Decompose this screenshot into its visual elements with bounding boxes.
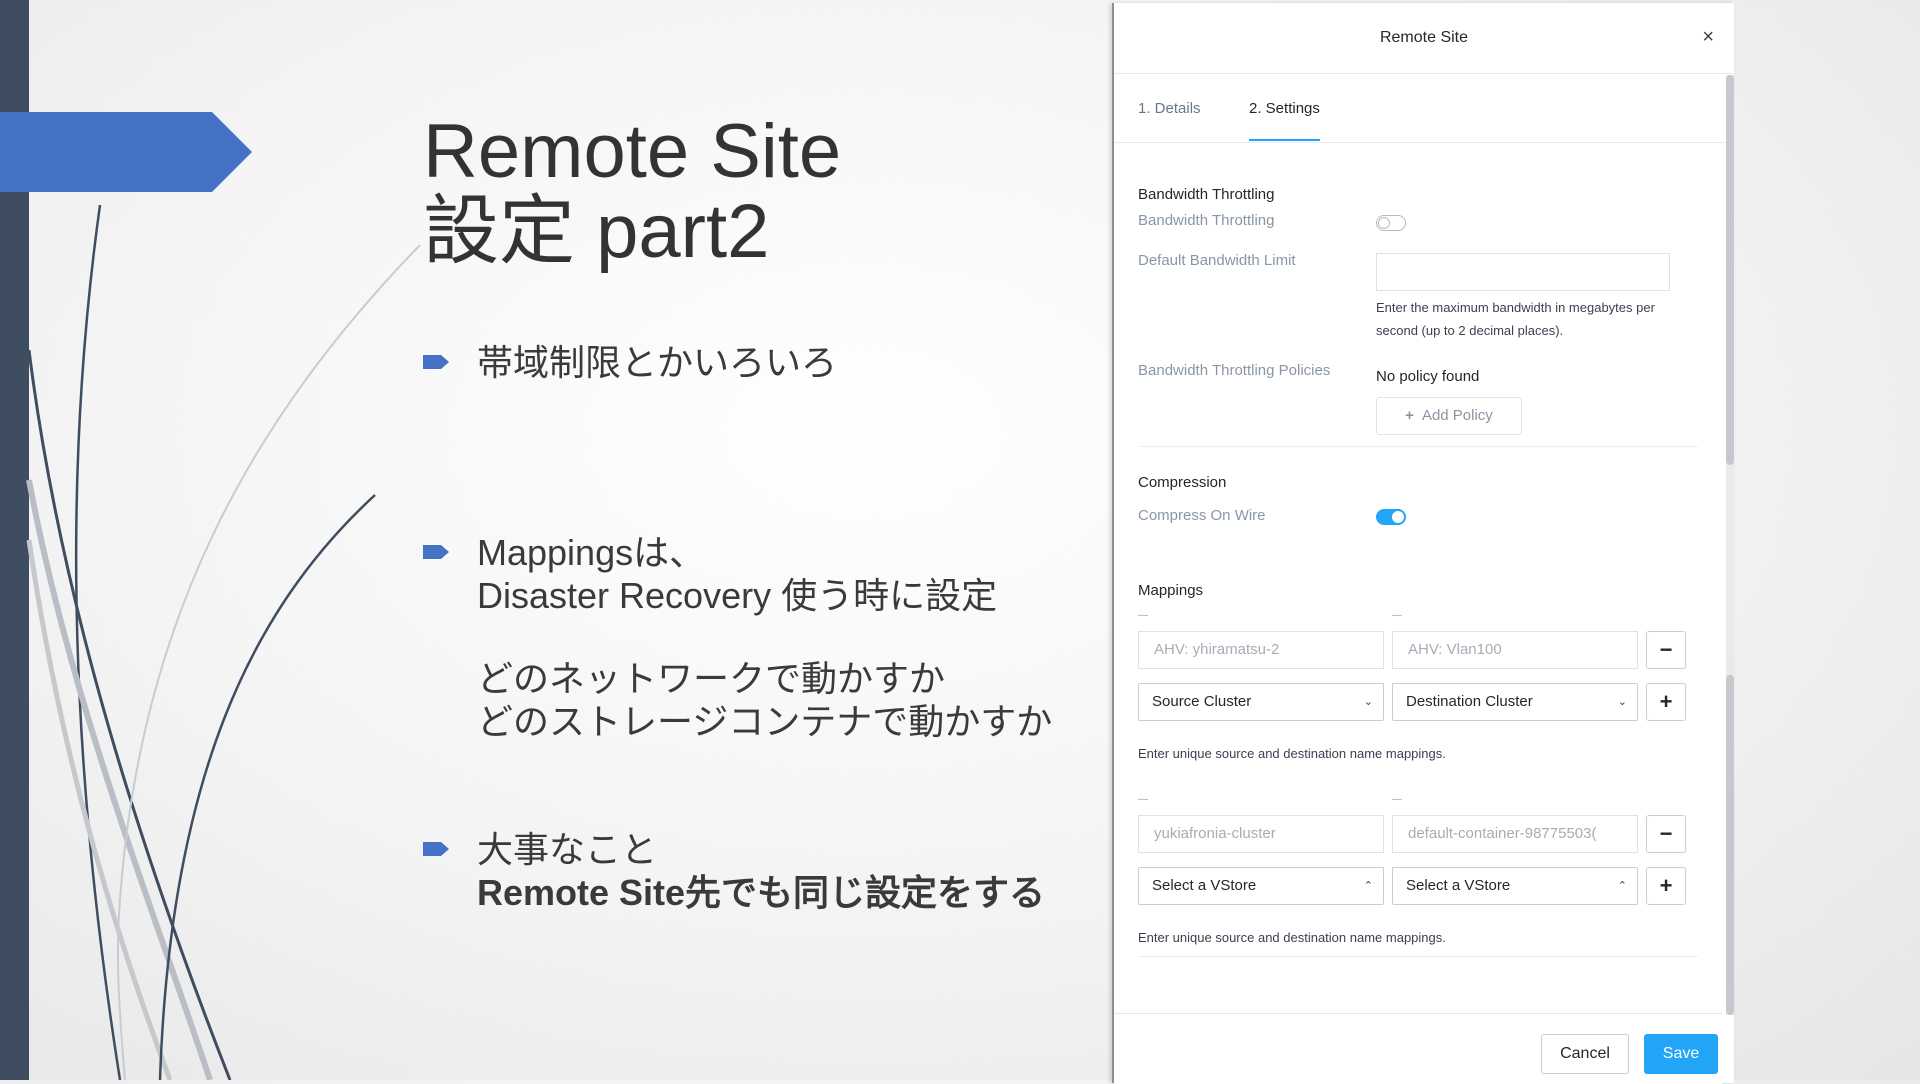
bandwidth-policies-value: No policy found: [1376, 368, 1480, 385]
mappings-section-title: Mappings: [1138, 582, 1204, 599]
bandwidth-policies-label: Bandwidth Throttling Policies: [1138, 362, 1331, 379]
network-source-input[interactable]: AHV: yhiramatsu-2: [1138, 631, 1384, 669]
dialog-title: Remote Site: [1379, 29, 1469, 46]
scrollbar-thumb-upper[interactable]: [1726, 75, 1734, 465]
source-column-dash: —: [1138, 794, 1148, 805]
remove-network-mapping-button[interactable]: −: [1646, 631, 1686, 669]
add-policy-label: Add Policy: [1421, 407, 1493, 424]
cancel-button[interactable]: Cancel: [1541, 1034, 1629, 1074]
network-destination-input[interactable]: AHV: Vlan100: [1392, 631, 1638, 669]
tab-settings[interactable]: 2. Settings: [1249, 100, 1320, 141]
section-divider: [1138, 446, 1698, 447]
slide-title-line1: Remote Site: [423, 109, 842, 194]
remove-storage-mapping-button[interactable]: −: [1646, 815, 1686, 853]
chevron-up-icon: ⌃: [1363, 880, 1373, 892]
section-divider: [1138, 956, 1698, 957]
source-cluster-select[interactable]: Source Cluster ⌄: [1138, 683, 1384, 721]
source-cluster-select-value: Source Cluster: [1152, 693, 1252, 710]
dialog-tabs: 1. Details 2. Settings: [1114, 74, 1734, 143]
remote-site-dialog: Remote Site × 1. Details 2. Settings Ban…: [1112, 3, 1734, 1084]
bullet-3-line-1: 大事なこと: [477, 829, 658, 870]
save-button[interactable]: Save: [1644, 1034, 1718, 1074]
bandwidth-throttling-toggle[interactable]: [1376, 215, 1406, 231]
chevron-down-icon: ⌄: [1617, 696, 1627, 708]
toggle-knob: [1378, 217, 1390, 229]
bandwidth-limit-help: Enter the maximum bandwidth in megabytes…: [1376, 300, 1655, 338]
source-vstore-select-value: Select a VStore: [1152, 877, 1257, 894]
tab-details[interactable]: 1. Details: [1138, 100, 1201, 139]
bullet-2-extra-line-1: どのネットワークで動かすか: [477, 658, 946, 699]
compress-on-wire-label: Compress On Wire: [1138, 507, 1266, 524]
source-column-dash: —: [1138, 610, 1148, 621]
plus-icon: +: [1405, 407, 1414, 424]
destination-vstore-select-value: Select a VStore: [1406, 877, 1511, 894]
source-vstore-select[interactable]: Select a VStore ⌃: [1138, 867, 1384, 905]
storage-mapping-help: Enter unique source and destination name…: [1138, 930, 1446, 945]
slide-bullet-2: Mappingsは、 Disaster Recovery 使う時に設定 どのネッ…: [423, 531, 1052, 743]
compress-on-wire-toggle[interactable]: [1376, 509, 1406, 525]
compression-section-title: Compression: [1138, 474, 1227, 491]
dialog-scrollbar[interactable]: [1726, 75, 1734, 1015]
bullet-marker-icon: [423, 355, 449, 369]
bullet-3-bold-line: Remote Site先でも同じ設定をする: [477, 872, 1046, 913]
bandwidth-throttling-label: Bandwidth Throttling: [1138, 212, 1275, 229]
slide-bullet-3: 大事なこと Remote Site先でも同じ設定をする: [423, 828, 1045, 914]
toggle-knob: [1392, 511, 1404, 523]
destination-vstore-select[interactable]: Select a VStore ⌃: [1392, 867, 1638, 905]
bandwidth-section-title: Bandwidth Throttling: [1138, 186, 1275, 203]
slide-bullet-1: 帯域制限とかいろいろ: [423, 341, 837, 384]
slide-title-line2: 設定 part2: [423, 189, 770, 274]
default-bandwidth-limit-label: Default Bandwidth Limit: [1138, 252, 1296, 269]
destination-column-dash: —: [1392, 610, 1402, 621]
destination-cluster-select-value: Destination Cluster: [1406, 693, 1533, 710]
chevron-up-icon: ⌃: [1617, 880, 1627, 892]
storage-source-input[interactable]: yukiafronia-cluster: [1138, 815, 1384, 853]
close-icon[interactable]: ×: [1702, 27, 1714, 47]
destination-column-dash: —: [1392, 794, 1402, 805]
network-mapping-help: Enter unique source and destination name…: [1138, 746, 1446, 761]
chevron-down-icon: ⌄: [1363, 696, 1373, 708]
dialog-header: Remote Site ×: [1114, 3, 1734, 74]
add-storage-mapping-button[interactable]: +: [1646, 867, 1686, 905]
add-network-mapping-button[interactable]: +: [1646, 683, 1686, 721]
bullet-2-line-1: Mappingsは、: [477, 532, 706, 573]
scrollbar-thumb-lower[interactable]: [1726, 675, 1734, 1015]
bullet-1-line-1: 帯域制限とかいろいろ: [477, 342, 838, 383]
bullet-marker-icon: [423, 842, 449, 856]
storage-destination-input[interactable]: default-container-98775503(: [1392, 815, 1638, 853]
bullet-2-line-2: Disaster Recovery 使う時に設定: [477, 575, 998, 616]
bullet-2-extra-line-2: どのストレージコンテナで動かすか: [477, 701, 1053, 742]
add-policy-button[interactable]: + Add Policy: [1376, 397, 1522, 435]
dialog-footer: Cancel Save: [1114, 1013, 1722, 1084]
slide-title: Remote Site 設定 part2: [423, 112, 841, 272]
bullet-marker-icon: [423, 545, 449, 559]
destination-cluster-select[interactable]: Destination Cluster ⌄: [1392, 683, 1638, 721]
default-bandwidth-limit-input[interactable]: [1376, 253, 1670, 291]
